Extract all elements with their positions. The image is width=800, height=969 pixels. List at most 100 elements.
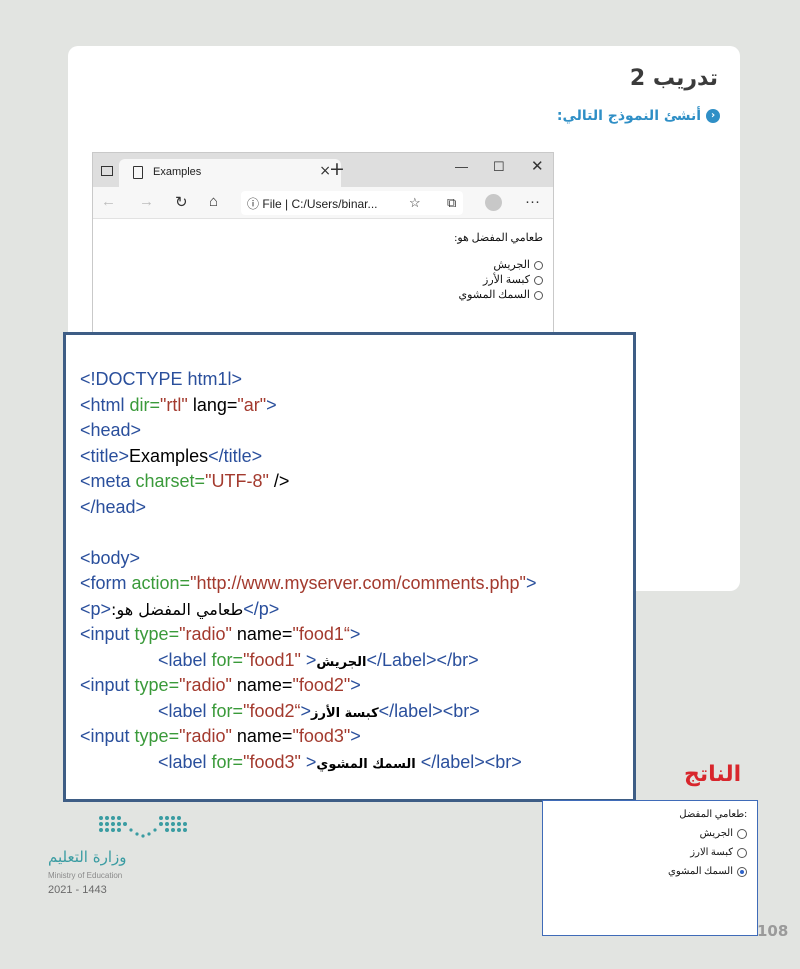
exercise-instruction: ‹ أنشئ النموذج التالي: — [557, 108, 720, 124]
code-token: "UTF-8" — [205, 471, 269, 491]
code-token: > — [349, 624, 361, 644]
code-token: > — [300, 751, 317, 772]
output-option[interactable]: الجريش — [543, 824, 747, 843]
code-token: > — [300, 700, 312, 721]
code-token: > — [350, 726, 361, 746]
code-token: <label — [158, 751, 212, 772]
code-line: <body> — [80, 546, 633, 572]
instruction-text: أنشئ النموذج التالي: — [556, 108, 701, 124]
form-question: طعامي المفضل هو: — [454, 232, 543, 244]
code-token: </label><br> — [415, 751, 522, 772]
page-content: طعامي المفضل هو: الجريش كبسة الأرز السمك… — [93, 219, 553, 303]
code-token: Examples — [129, 445, 209, 466]
address-bar[interactable]: ⓘ File | C:/Users/binar... — [241, 191, 463, 215]
tab-actions-icon[interactable] — [101, 166, 113, 176]
code-token: lang= — [187, 394, 238, 415]
code-token: > — [266, 394, 277, 415]
code-line: <input type="radio" name="food3"> — [80, 724, 633, 750]
code-line: <meta charset="UTF-8" /> — [80, 469, 633, 495]
minimize-icon[interactable]: — — [455, 159, 468, 174]
code-line: <p>طعامي المفضل هو:</p> — [80, 597, 633, 623]
code-line: <head> — [80, 418, 633, 444]
code-line: <label for="food1" >الجريش</Label></br> — [80, 648, 633, 674]
output-option[interactable]: السمك المشوي — [543, 862, 747, 881]
code-token: </Label></br> — [366, 649, 479, 670]
radio-button[interactable] — [737, 828, 747, 839]
code-token: "food1" — [243, 649, 301, 670]
option-label: السمك المشوي — [668, 866, 733, 877]
code-token: "food3" — [243, 751, 301, 772]
document-icon — [133, 166, 143, 179]
profile-avatar[interactable] — [485, 194, 502, 211]
code-token: type= — [134, 624, 180, 644]
option-row[interactable]: السمك المشوي — [93, 288, 543, 303]
code-token: "ar" — [237, 394, 267, 415]
ministry-logo-icon — [99, 816, 187, 838]
collections-icon[interactable]: ⧉ — [447, 195, 456, 211]
address-text: File | C:/Users/binar... — [262, 197, 378, 211]
code-token: charset= — [135, 471, 206, 491]
code-token: <label — [158, 649, 212, 670]
code-token: action= — [131, 573, 191, 593]
code-token: <meta — [80, 471, 136, 491]
home-icon[interactable]: ⌂ — [209, 193, 218, 210]
option-row[interactable]: كبسة الأرز — [93, 273, 543, 288]
option-row[interactable]: الجريش — [93, 258, 543, 273]
code-token: "food2“ — [243, 700, 301, 721]
code-line: </head> — [80, 495, 633, 521]
code-line: <label for="food3" >السمك المشوي </label… — [80, 750, 633, 776]
ministry-name-en: Ministry of Education — [48, 871, 123, 880]
output-title: الناتج — [684, 762, 742, 787]
code-token: <html — [80, 394, 130, 415]
code-token: طعامي المفضل هو: — [111, 599, 244, 619]
browser-window: Examples × + — ☐ ✕ ← → ↻ ⌂ ⓘ File | C:/U… — [92, 152, 554, 338]
chevron-bullet-icon: ‹ — [706, 109, 720, 123]
radio-button[interactable] — [534, 276, 543, 285]
code-token: </p> — [243, 598, 280, 619]
code-token: dir= — [129, 394, 161, 415]
new-tab-icon[interactable]: + — [329, 158, 345, 180]
code-token: <form — [80, 573, 132, 593]
code-token: </head> — [80, 496, 147, 517]
navigation-bar: ← → ↻ ⌂ ⓘ File | C:/Users/binar... ☆ ⧉ ·… — [93, 187, 553, 219]
close-window-icon[interactable]: ✕ — [531, 157, 544, 175]
exercise-title: تدريب 2 — [629, 66, 718, 91]
code-token: "food2" — [292, 675, 351, 695]
forward-icon[interactable]: → — [139, 193, 154, 210]
browser-tab[interactable]: Examples × — [119, 159, 341, 187]
code-token: name= — [231, 675, 293, 695]
code-line: <input type="radio" name="food1“> — [80, 622, 633, 648]
code-token: <input — [80, 624, 135, 644]
radio-button-selected[interactable] — [737, 866, 747, 877]
code-token: كبسة الأرز — [311, 705, 379, 721]
code-token: <!DOCTYPE htm1l> — [80, 369, 243, 389]
maximize-icon[interactable]: ☐ — [493, 159, 505, 175]
tab-title: Examples — [153, 166, 202, 178]
code-token: type= — [134, 675, 180, 695]
code-token: > — [300, 649, 317, 670]
code-token: <label — [158, 700, 212, 721]
back-icon[interactable]: ← — [101, 193, 116, 210]
radio-button[interactable] — [534, 291, 543, 300]
code-token: name= — [231, 624, 293, 644]
code-token: "radio" — [179, 675, 232, 695]
code-token: </title> — [208, 445, 263, 466]
output-preview: :طعامي المفضل الجريش كبسة الارز السمك ال… — [542, 800, 758, 936]
tab-bar: Examples × + — ☐ ✕ — [93, 153, 553, 187]
code-token: name= — [231, 726, 293, 746]
code-token: for= — [211, 751, 244, 772]
code-token: الجريش — [316, 654, 367, 670]
code-token: "rtl" — [160, 394, 188, 415]
option-label: السمك المشوي — [458, 289, 530, 301]
page-number: 108 — [757, 922, 789, 940]
radio-button[interactable] — [534, 261, 543, 270]
code-token: "food1“ — [292, 624, 350, 644]
output-option[interactable]: كبسة الارز — [543, 843, 747, 862]
favorite-icon[interactable]: ☆ — [409, 195, 421, 211]
more-icon[interactable]: ··· — [525, 193, 540, 210]
refresh-icon[interactable]: ↻ — [175, 193, 188, 211]
radio-button[interactable] — [737, 847, 747, 858]
code-line: <html dir="rtl" lang="ar"> — [80, 393, 633, 419]
code-token: for= — [211, 700, 244, 721]
